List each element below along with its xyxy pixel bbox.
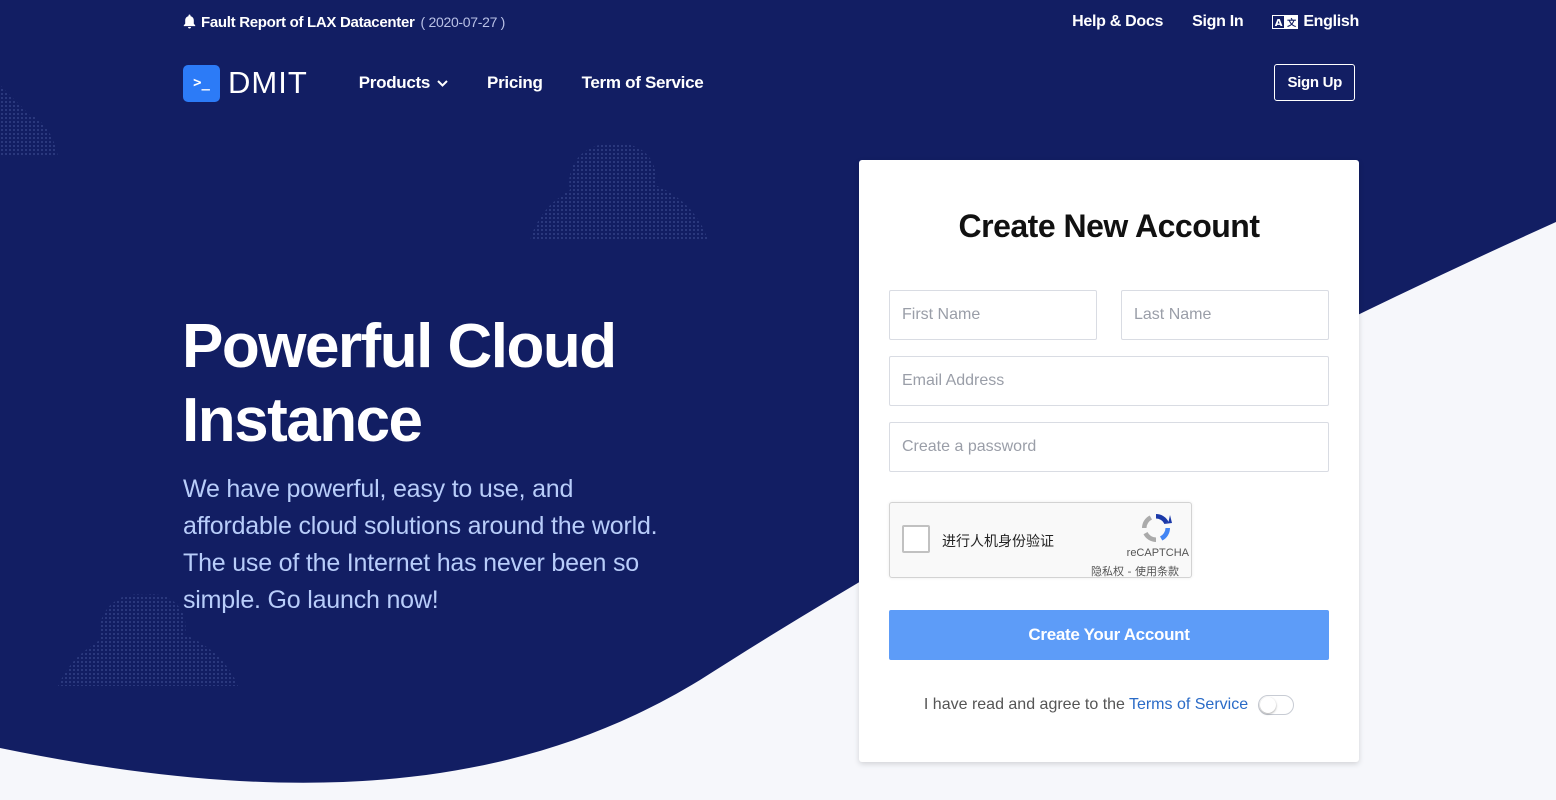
signup-card: Create New Account 进行人机身份验证 reCAPTCHA 隐私…: [859, 160, 1359, 762]
nav-products[interactable]: Products: [359, 73, 448, 93]
terms-of-service-link[interactable]: Terms of Service: [1129, 696, 1248, 714]
sign-up-button[interactable]: Sign Up: [1274, 64, 1355, 101]
language-switcher[interactable]: A文 English: [1272, 13, 1359, 31]
logo-text: DMIT: [228, 65, 308, 100]
fault-notice[interactable]: Fault Report of LAX Datacenter ( 2020-07…: [183, 14, 505, 31]
form-title: Create New Account: [958, 208, 1261, 244]
email-input[interactable]: [889, 356, 1329, 406]
translate-icon: A文: [1272, 15, 1299, 29]
svg-text:文: 文: [1286, 17, 1297, 29]
recaptcha-logo-icon: [1139, 511, 1173, 550]
last-name-input[interactable]: [1121, 290, 1329, 340]
recaptcha-label: 进行人机身份验证: [942, 534, 1054, 550]
main-nav: >_ DMIT Products Pricing Term of Service…: [183, 62, 1359, 104]
recaptcha-widget: 进行人机身份验证 reCAPTCHA 隐私权 - 使用条款: [889, 502, 1192, 578]
chevron-down-icon: [437, 79, 448, 87]
agree-text: I have read and agree to the: [923, 696, 1125, 713]
create-account-button[interactable]: Create Your Account: [889, 610, 1329, 660]
top-links: Help & Docs Sign In A文 English: [1043, 13, 1359, 31]
nav-terms[interactable]: Term of Service: [582, 73, 704, 93]
terms-agreement: I have read and agree to the Terms of Se…: [859, 695, 1359, 715]
first-name-input[interactable]: [889, 290, 1097, 340]
sign-in-link[interactable]: Sign In: [1192, 13, 1244, 31]
nav-products-label: Products: [358, 73, 431, 92]
fault-notice-text[interactable]: Fault Report of LAX Datacenter: [201, 14, 415, 31]
nav-menu: Products Pricing Term of Service: [359, 73, 743, 93]
svg-text:A: A: [1275, 18, 1283, 29]
dmit-logo[interactable]: >_ DMIT: [183, 64, 308, 102]
top-bar: Fault Report of LAX Datacenter ( 2020-07…: [183, 0, 1359, 44]
hero-description: We have powerful, easy to use, and affor…: [183, 475, 658, 614]
agree-toggle[interactable]: [1258, 695, 1295, 715]
recaptcha-brand: reCAPTCHA: [1126, 547, 1189, 559]
recaptcha-links[interactable]: 隐私权 - 使用条款: [1091, 563, 1179, 579]
language-label: English: [1303, 13, 1359, 30]
nav-pricing[interactable]: Pricing: [487, 73, 543, 93]
toggle-knob: [1260, 697, 1277, 713]
recaptcha-checkbox[interactable]: [902, 525, 930, 553]
terminal-icon: >_: [183, 64, 220, 102]
hero-title: Powerful Cloud Instance: [182, 312, 617, 455]
fault-notice-date: ( 2020-07-27 ): [420, 14, 506, 30]
bell-icon: [183, 14, 197, 30]
help-docs-link[interactable]: Help & Docs: [1072, 13, 1163, 31]
password-input[interactable]: [889, 422, 1329, 472]
